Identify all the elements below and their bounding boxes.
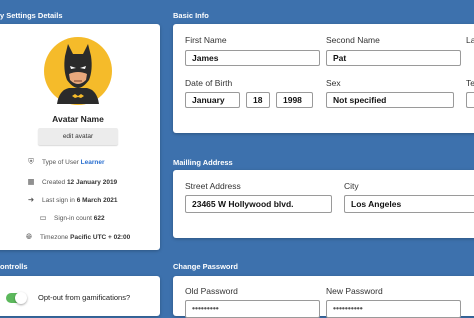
controls-title: ontrolls [0, 262, 28, 271]
basic-info-title: Basic Info [173, 11, 209, 20]
profile-card: Avatar Name edit avatar ⛨ Type of User Le… [0, 24, 160, 250]
extra-input[interactable] [466, 92, 474, 108]
change-password-card: Old Password ••••••••• New Password ••••… [173, 276, 474, 318]
city-input[interactable]: Los Angeles [344, 195, 474, 213]
timezone-label: Timezone [40, 234, 69, 241]
new-password-label: New Password [326, 286, 383, 296]
last-sign-label: Last sign in [42, 197, 75, 204]
city-label: City [344, 181, 359, 191]
mailing-address-card: Street Address 23465 W Hollywood blvd. C… [173, 170, 474, 238]
extra-label: Te [466, 78, 474, 88]
controls-card: Opt-out from gamifications? [0, 276, 160, 316]
calendar-icon: ▦ [27, 177, 35, 186]
last-sign-value: 6 March 2021 [76, 197, 118, 204]
first-name-input[interactable]: James [185, 50, 320, 66]
second-name-input[interactable]: Pat [326, 50, 461, 66]
avatar [43, 36, 113, 106]
gamification-toggle[interactable] [6, 292, 27, 304]
monitor-icon: ▭ [39, 213, 47, 222]
sign-in-icon: ➜ [27, 195, 35, 204]
toggle-knob [15, 292, 27, 304]
user-type-row: ⛨ Type of User Learner [26, 157, 186, 167]
created-value: 12 January 2019 [66, 179, 118, 186]
shield-user-icon: ⛨ [28, 157, 34, 166]
gamification-label: Opt-out from gamifications? [38, 293, 131, 302]
globe-icon: 🌐︎ [26, 232, 32, 241]
user-type-value[interactable]: Learner [81, 159, 105, 166]
avatar-name: Avatar Name [52, 114, 104, 124]
created-row: ▦ Created 12 January 2019 [26, 177, 186, 186]
sex-label: Sex [326, 78, 341, 88]
old-password-input[interactable]: ••••••••• [185, 300, 320, 318]
batman-avatar-icon [44, 37, 112, 105]
second-name-label: Second Name [326, 35, 380, 45]
timezone-value: Pacific UTC + 02:00 [70, 234, 131, 241]
created-label: Created [42, 179, 66, 186]
sex-select[interactable]: Not specified [326, 92, 454, 108]
street-address-input[interactable]: 23465 W Hollywood blvd. [185, 195, 332, 213]
last-sign-row: ➜ Last sign in 6 March 2021 [26, 195, 186, 204]
change-password-title: Change Password [173, 262, 239, 271]
sign-count-value: 622 [93, 215, 105, 222]
street-address-label: Street Address [185, 181, 241, 191]
basic-info-card: First Name James Second Name Pat La Date… [173, 24, 474, 133]
timezone-row: 🌐︎ Timezone Pacific UTC + 02:00 [24, 232, 184, 242]
first-name-label: First Name [185, 35, 227, 45]
dob-day-input[interactable]: 18 [246, 92, 270, 108]
dob-year-input[interactable]: 1998 [276, 92, 313, 108]
dob-month-select[interactable]: January [185, 92, 240, 108]
dob-label: Date of Birth [185, 78, 233, 88]
edit-avatar-button[interactable]: edit avatar [38, 128, 118, 145]
settings-details-title: y Settings Details [0, 11, 63, 20]
new-password-input[interactable]: •••••••••• [326, 300, 461, 318]
sign-count-label: Sign-in count [54, 215, 92, 222]
user-type-label: Type of User [42, 159, 79, 166]
last-name-label: La [466, 35, 474, 45]
old-password-label: Old Password [185, 286, 238, 296]
